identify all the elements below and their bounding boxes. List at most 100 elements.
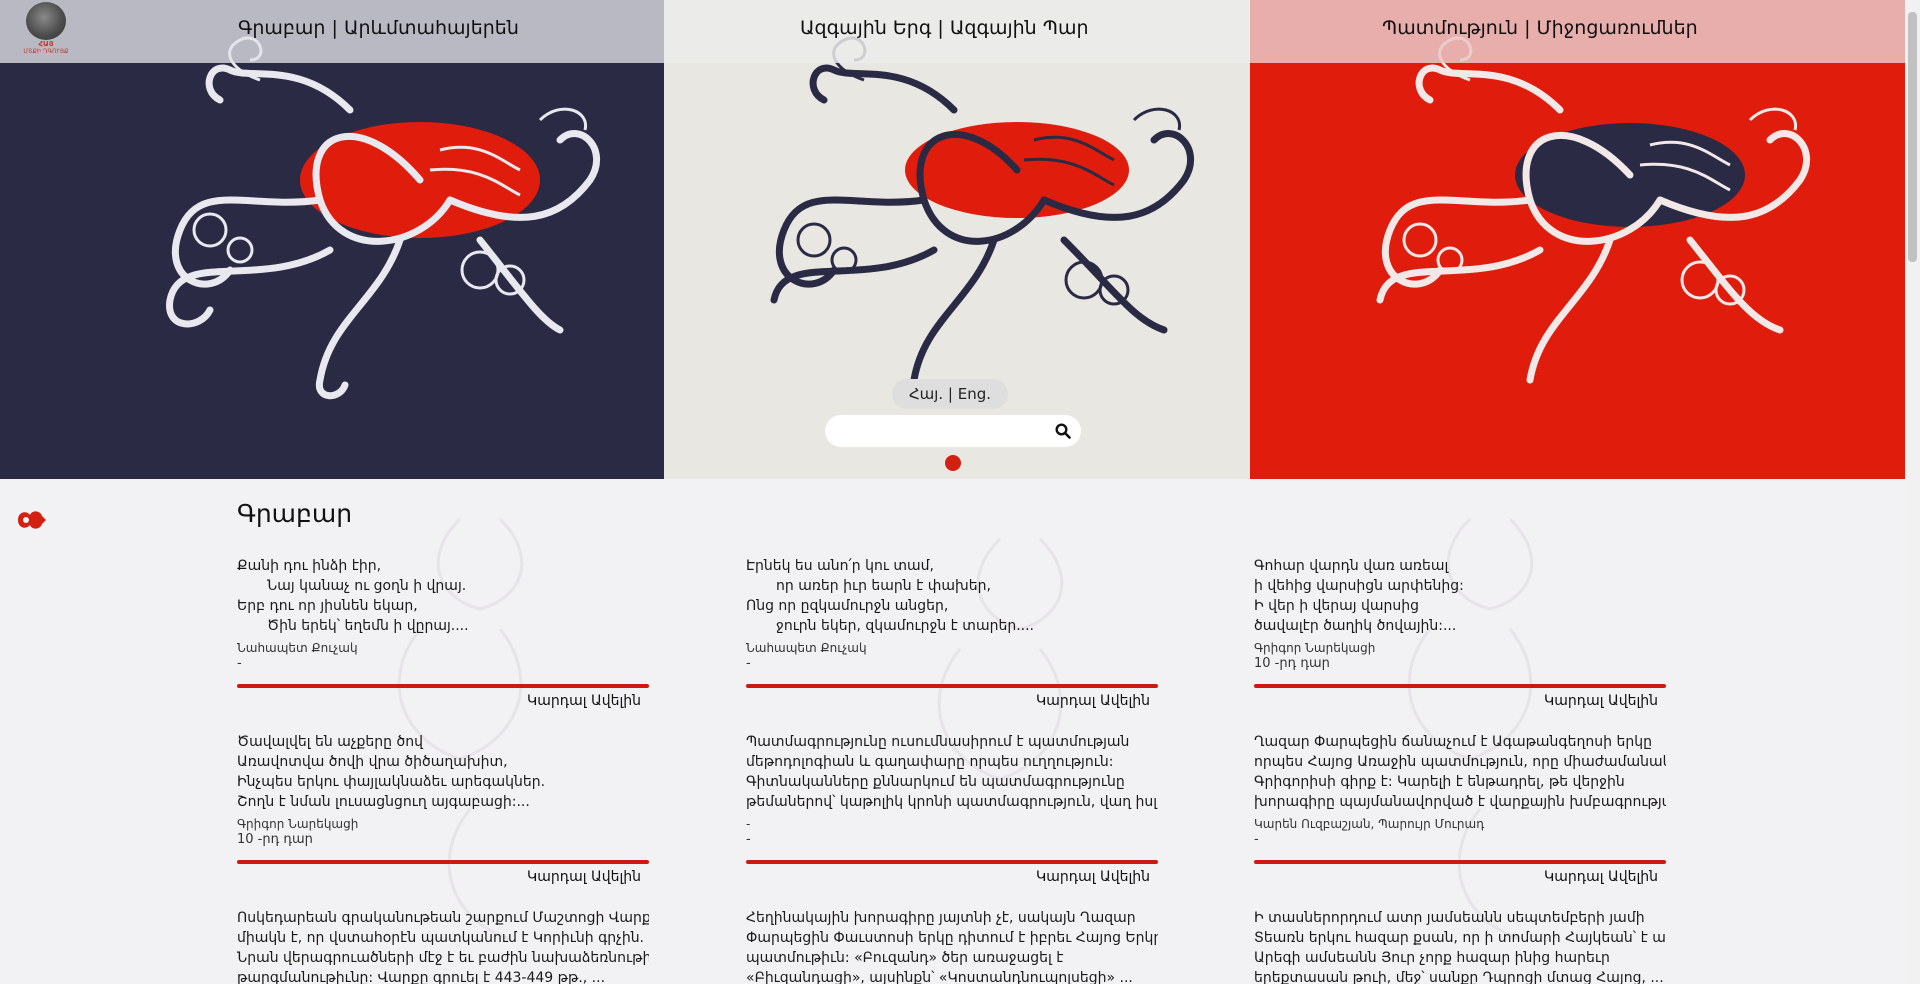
logo-subtext: ՄՏՔԻ ԴԳՈՒՅՔ [23,48,69,55]
poem-card: Էրնեկ ես անո՛ր կու տամ, որ առեր իւր եարն … [746,556,1158,709]
poem-card: Ի տասներորդում ատր յամսեանն սեպտեմբերի յ… [1254,908,1666,984]
scrollbar[interactable] [1905,0,1920,984]
excerpt-line: «Բիւզանդացի», այսինքն՝ «Կոստանդնուպոլսեց… [746,970,1133,984]
poem-card: Ղազար Փարպեցին ճանաչում է Ագաթանգեղոսի ե… [1254,732,1666,885]
excerpt-line: Քանի դու ինձի էիր, [237,558,382,574]
poem-card: Ծավալվել են աչքերը ծով Առավոտվա ծովի վրա … [237,732,649,885]
poem-card: Պատմագրությունը ուսումնասիրում է պատմութ… [746,732,1158,885]
ornament-icon[interactable] [14,506,48,534]
excerpt-line: Պատմագրությունը ուսումնասիրում է պատմութ… [746,734,1130,750]
excerpt-line: միակն է, որ վստահօրէն պատկանում է Կորիւն… [237,930,645,946]
card-century: - [746,656,751,671]
language-switcher: Հայ. | Eng. [892,379,1008,409]
excerpt-line: Նայ կանաչ ու ցօղն ի վրայ. [267,578,467,594]
excerpt-line: թարգմանութիւնը: Վարքը գրուել է 443-449 թ… [237,970,606,984]
search-input[interactable] [839,420,1043,444]
poem-card: Քանի դու ինձի էիր, Նայ կանաչ ու ցօղն ի վր… [237,556,649,709]
excerpt-line: Առավոտվա ծովի վրա ծիծաղախիտ, [237,754,508,770]
excerpt-line: թեմաներով՝ կաթոլիկ կրոնի պատմագրություն,… [746,794,1158,810]
excerpt-line: Ղազար Փարպեցին ճանաչում է Ագաթանգեղոսի ե… [1254,734,1652,750]
excerpt-line: Ի տասներորդում ատր յամսեանն սեպտեմբերի յ… [1254,910,1645,926]
slider-dot[interactable] [945,455,961,471]
excerpt-line: Ոսկեդարեան գրականութեան շարքում Մաշտոցի … [237,910,649,926]
excerpt-line: Գրիգորիսի գիրք է: Կարելի է ենթադրել, թե … [1254,774,1625,790]
card-excerpt: Ղազար Փարպեցին ճանաչում է Ագաթանգեղոսի ե… [1254,732,1666,812]
poem-card: Ոսկեդարեան գրականութեան շարքում Մաշտոցի … [237,908,649,984]
excerpt-line: պատմութիւն: «Բուզանդ» ծեր առաջացել է [746,950,1064,966]
excerpt-line: ջուրն եկեր, զկամուրջն է տարեր.... [776,618,1034,634]
card-century: - [1254,832,1259,847]
nav-link-grabar[interactable]: Գրաբար | Արևմտահայերեն [238,17,519,39]
excerpt-line: երեքտասան թուի, մեջ՝ սանքը Դպրոցի մտաց Հ… [1254,970,1664,984]
card-author: Գրիգոր Նարեկացի [1254,641,1376,655]
excerpt-line: Գոհար վարդն վառ առեալ [1254,558,1449,574]
excerpt-line: Ծին երեկ՝ եղեմն ի վըրայ.... [267,618,469,634]
excerpt-line: Երբ դու որ յիսնեն եկար, [237,598,418,614]
card-excerpt: Ծավալվել են աչքերը ծով Առավոտվա ծովի վրա … [237,732,649,812]
card-century: - [746,832,751,847]
card-divider [1254,684,1666,688]
lang-armenian[interactable]: Հայ. [909,385,943,403]
card-divider [237,860,649,864]
excerpt-line: որ առեր իւր եարն է փախեր, [776,578,991,594]
card-divider [1254,860,1666,864]
excerpt-line: Շողն է նման լուսացնցուղ այգաբացի:... [237,794,530,810]
excerpt-line: Նրան վերագրուածների մէջ է եւ բաժին նախաձ… [237,950,649,966]
section-title: Գրաբար [237,499,353,528]
card-excerpt: Էրնեկ ես անո՛ր կու տամ, որ առեր իւր եարն … [746,556,1158,636]
card-divider [746,684,1158,688]
excerpt-line: Տեառն երկու հազար քսան, որ ի տոմարի Հայկ… [1254,930,1666,946]
excerpt-line: Ծավալվել են աչքերը ծով [237,734,423,750]
card-excerpt: Ի տասներորդում ատր յամսեանն սեպտեմբերի յ… [1254,908,1666,984]
excerpt-line: ծավալէր ծաղիկ ծովային:... [1254,618,1457,634]
nav-link-song-dance[interactable]: Ազգային Երգ | Ազգային Պար [800,17,1089,39]
scrollbar-thumb[interactable] [1908,12,1917,262]
card-excerpt: Գոհար վարդն վառ առեալ ի վեհից վարսիցն արփ… [1254,556,1666,636]
read-more-link[interactable]: Կարդալ Ավելին [746,869,1158,885]
read-more-link[interactable]: Կարդալ Ավելին [746,693,1158,709]
poem-card: Հեղինակային խորագիրը յայտնի չէ, սակայն Ղ… [746,908,1158,984]
card-author: - [746,817,751,831]
excerpt-line: Գիտնականները քննարկում են պատմագրություն… [746,774,1125,790]
excerpt-line: որպես Հայոց Առաջին պատմություն, որը միաժ… [1254,754,1666,770]
card-author: Նահապետ Քուչակ [746,641,867,655]
card-author: Կարեն Ուզբաշյան, Պարույր Մուրադ [1254,817,1485,831]
card-author: Գրիգոր Նարեկացի [237,817,359,831]
read-more-link[interactable]: Կարդալ Ավելին [237,869,649,885]
excerpt-line: Էրնեկ ես անո՛ր կու տամ, [746,558,934,574]
lang-separator: | [947,385,953,403]
card-century: - [237,656,242,671]
card-excerpt: Քանի դու ինձի էիր, Նայ կանաչ ու ցօղն ի վր… [237,556,649,636]
card-divider [746,860,1158,864]
hero-banner: ՀԱՅ ՄՏՔԻ ԴԳՈՒՅՔ Գրաբար | Արևմտահայերեն Ա… [0,0,1905,479]
lang-english[interactable]: Eng. [958,385,991,403]
card-excerpt: Ոսկեդարեան գրականութեան շարքում Մաշտոցի … [237,908,649,984]
excerpt-line: Ինչպես երկու փայլակնաձեւ արեգակներ. [237,774,546,790]
excerpt-line: Հեղինակային խորագիրը յայտնի չէ, սակայն Ղ… [746,910,1136,926]
excerpt-line: խորագիրը պայմանավորված է վարքային խմբագր… [1254,794,1666,810]
card-century: 10 -րդ դար [1254,656,1330,671]
read-more-link[interactable]: Կարդալ Ավելին [237,693,649,709]
poem-card: Գոհար վարդն վառ առեալ ի վեհից վարսիցն արփ… [1254,556,1666,709]
hero-panel-grabar[interactable] [0,0,664,479]
search-icon[interactable] [1055,423,1071,439]
hero-panel-history[interactable] [1250,0,1905,479]
excerpt-line: Ոնց որ ըզկամուրջն անցեր, [746,598,949,614]
card-century: 10 -րդ դար [237,832,313,847]
read-more-link[interactable]: Կարդալ Ավելին [1254,869,1666,885]
read-more-link[interactable]: Կարդալ Ավելին [1254,693,1666,709]
excerpt-line: Փարպեցին Փաւստոսի երկը դիտում է իբրեւ Հա… [746,930,1158,946]
ornament-graphic [1376,36,1810,384]
site-logo[interactable]: ՀԱՅ ՄՏՔԻ ԴԳՈՒՅՔ [20,2,72,58]
main-content: Գրաբար Քանի դու ինձի էիր, Նայ կանաչ ու ցօ… [0,479,1905,984]
excerpt-line: Արեգի ամսեանն Յուր չորք հազար ինից հարեւ… [1254,950,1610,966]
card-excerpt: Հեղինակային խորագիրը յայտնի չէ, սակայն Ղ… [746,908,1158,984]
logo-emblem [26,2,66,40]
excerpt-line: մեթոդոլոգիան և գաղափարը որպես ուղղությու… [746,754,1114,770]
card-author: Նահապետ Քուչակ [237,641,358,655]
ornament-graphic [166,36,600,400]
card-divider [237,684,649,688]
nav-link-history-events[interactable]: Պատմություն | Միջոցառումներ [1382,17,1698,39]
excerpt-line: ի վեհից վարսիցն արփենից: [1254,578,1464,594]
search-box [825,415,1081,447]
